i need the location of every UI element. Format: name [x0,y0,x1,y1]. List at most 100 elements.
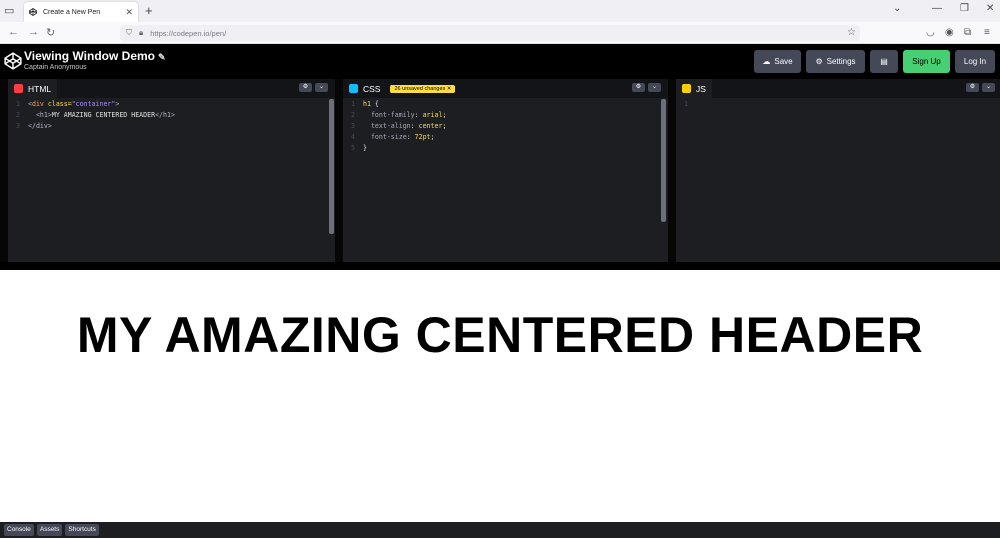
settings-label: Settings [826,57,856,66]
badge-close-icon[interactable]: ✕ [447,86,452,92]
code-token: class= [43,100,72,108]
code-token: "container" [71,100,116,108]
js-editor-panel[interactable]: JS ⚙ ⌄ 1 [676,79,1000,262]
preview-resizer[interactable] [0,262,1000,270]
pen-title[interactable]: Viewing Window Demo ✎ [24,49,166,63]
extensions-icon[interactable]: ⧉ [964,27,971,38]
line-number: 3 [16,122,20,130]
js-code[interactable]: 1 [676,99,696,110]
code-token: center [418,122,443,130]
assets-button[interactable]: Assets [36,524,63,536]
js-collapse-chevron-icon[interactable]: ⌄ [982,83,995,92]
sign-up-label: Sign Up [912,57,941,66]
js-settings-gear-icon[interactable]: ⚙ [966,83,979,92]
tab-overview-icon[interactable]: ▭ [4,4,18,18]
code-line: 1 [676,99,696,110]
url-text[interactable]: https://codepen.io/pen/ [150,29,226,38]
html-collapse-chevron-icon[interactable]: ⌄ [315,83,328,92]
minimize-icon[interactable]: — [932,3,942,14]
line-number: 3 [351,122,355,130]
code-token: </div> [28,122,52,130]
html-tab[interactable]: HTML [8,79,58,98]
bookmark-star-icon[interactable]: ☆ [847,27,856,38]
code-line: 5} [343,143,446,154]
window-close-icon[interactable]: ✕ [986,3,994,14]
codepen-logo-icon[interactable] [4,52,22,70]
css-scrollbar[interactable] [661,99,666,222]
browser-tab[interactable]: Create a New Pen ✕ [24,2,138,22]
html-scrollbar[interactable] [329,99,334,234]
pen-title-text[interactable]: Viewing Window Demo [24,49,155,63]
tab-close-icon[interactable]: ✕ [125,7,133,18]
line-number: 5 [351,144,355,152]
shortcuts-button[interactable]: Shortcuts [65,524,99,536]
css-editor-panel[interactable]: CSS 26 unsaved changes ✕ ⚙ ⌄ 1 h1 { 2 fon… [343,79,668,262]
codepen-favicon-icon [29,8,37,16]
pen-author: Captain Anonymous [24,64,87,71]
browser-nav-bar: ← → ↻ ⛉ 🔒︎ https://codepen.io/pen/ ☆ ◡ ◉… [0,22,1000,44]
html-settings-gear-icon[interactable]: ⚙ [299,83,312,92]
account-icon[interactable]: ◉ [945,27,954,38]
js-panel-header [676,79,1000,98]
editor-area: HTML ⚙ ⌄ 1 <div class="container"> 2 <h1>… [0,79,1000,262]
code-line: 1 h1 { [343,99,446,110]
reload-icon[interactable]: ↻ [46,26,55,39]
lock-icon[interactable]: 🔒︎ [139,28,143,38]
console-button[interactable]: Console [4,524,34,536]
layout-icon: ▤ [880,57,888,66]
code-token: div [31,100,44,108]
css-icon [349,84,358,93]
js-panel-controls: ⚙ ⌄ [966,83,995,92]
html-code[interactable]: 1 <div class="container"> 2 <h1>MY AMAZIN… [8,99,175,132]
css-tab-label: CSS [363,83,381,94]
code-token: MY AMAZING CENTERED HEADER [51,111,156,119]
codepen-header: Viewing Window Demo ✎ Captain Anonymous ☁… [0,44,1000,79]
pocket-icon[interactable]: ◡ [926,27,935,38]
url-bar[interactable]: ⛉ 🔒︎ https://codepen.io/pen/ ☆ [120,25,860,41]
code-token: } [363,144,367,152]
css-settings-gear-icon[interactable]: ⚙ [632,83,645,92]
preview-heading: MY AMAZING CENTERED HEADER [76,307,924,363]
line-number: 1 [16,100,20,108]
html-panel-controls: ⚙ ⌄ [299,83,328,92]
code-line: 3 </div> [8,121,175,132]
line-number: 1 [351,100,355,108]
tab-list-chevron-icon[interactable]: ⌄ [893,3,901,14]
gear-icon: ⚙ [815,57,823,66]
restore-icon[interactable]: ❐ [960,3,969,14]
back-icon[interactable]: ← [8,26,19,38]
preview-pane: MY AMAZING CENTERED HEADER [0,270,1000,522]
new-tab-icon[interactable]: + [145,3,153,18]
forward-icon[interactable]: → [28,26,39,38]
css-collapse-chevron-icon[interactable]: ⌄ [648,83,661,92]
sign-up-button[interactable]: Sign Up [903,50,950,73]
js-tab[interactable]: JS [676,79,712,98]
tab-title: Create a New Pen [43,8,101,16]
css-tab[interactable]: CSS 26 unsaved changes ✕ [343,79,462,98]
unsaved-changes-badge[interactable]: 26 unsaved changes ✕ [390,84,456,93]
change-view-button[interactable]: ▤ [870,50,898,73]
settings-button[interactable]: ⚙ Settings [806,50,865,73]
css-panel-controls: ⚙ ⌄ [632,83,661,92]
line-number: 2 [16,111,20,119]
menu-icon[interactable]: ≡ [984,27,990,38]
edit-pencil-icon[interactable]: ✎ [158,52,166,62]
code-token: font-family [370,111,415,119]
code-token: arial [422,111,443,119]
css-code[interactable]: 1 h1 { 2 font-family: arial; 3 text-align… [343,99,446,154]
code-token: font-size [370,133,407,141]
html-editor-panel[interactable]: HTML ⚙ ⌄ 1 <div class="container"> 2 <h1>… [8,79,335,262]
cloud-icon: ☁ [762,57,771,66]
code-token: text-align [370,122,411,130]
code-token: > [115,100,120,108]
shield-icon[interactable]: ⛉ [126,28,132,38]
bottom-bar: Console Assets Shortcuts [0,522,1000,538]
code-token: 72pt [414,133,431,141]
log-in-button[interactable]: Log In [955,50,995,73]
line-number: 4 [351,133,355,141]
line-number: 2 [351,111,355,119]
code-line: 2 <h1>MY AMAZING CENTERED HEADER</h1> [8,110,175,121]
save-button[interactable]: ☁ Save [754,50,801,73]
line-number: 1 [684,100,688,108]
unsaved-changes-text: 26 unsaved changes [394,85,446,92]
